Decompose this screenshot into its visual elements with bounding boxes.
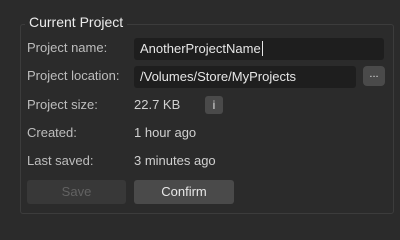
project-name-input[interactable]: AnotherProjectName [134,38,384,60]
browse-location-button[interactable]: ... [363,66,385,86]
ellipsis-icon: ... [369,68,379,80]
group-title: Current Project [25,13,128,31]
project-location-label: Project location: [27,68,120,83]
project-location-input[interactable]: /Volumes/Store/MyProjects [134,66,356,88]
project-size-value: 22.7 KB [134,97,181,112]
size-info-button[interactable]: i [205,96,223,114]
project-size-label: Project size: [27,97,98,112]
created-value: 1 hour ago [134,125,197,140]
last-saved-label: Last saved: [27,153,94,168]
current-project-panel: Current Project Project name: AnotherPro… [0,0,400,220]
created-label: Created: [27,125,77,140]
save-button[interactable]: Save [27,180,126,204]
confirm-button[interactable]: Confirm [134,180,234,204]
text-caret [261,41,263,57]
project-name-value: AnotherProjectName [140,41,261,56]
info-icon: i [212,98,216,112]
last-saved-value: 3 minutes ago [134,153,216,168]
project-name-label: Project name: [27,40,108,55]
